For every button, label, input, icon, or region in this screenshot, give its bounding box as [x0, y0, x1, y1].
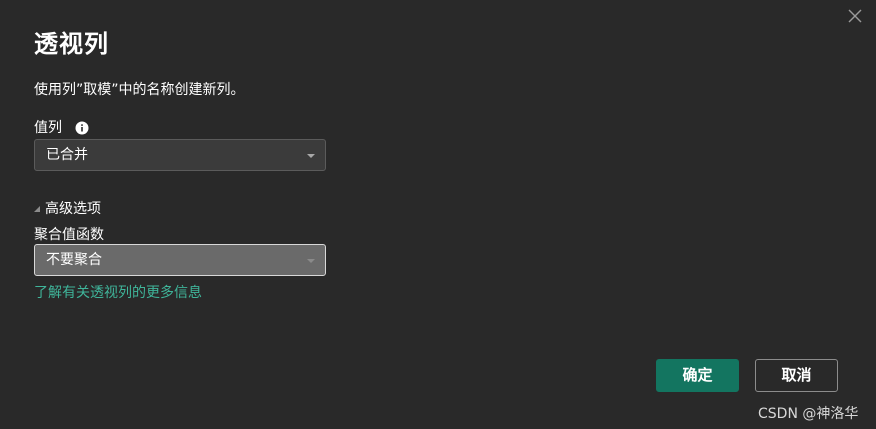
advanced-options-label: 高级选项 [45, 201, 101, 217]
close-icon [848, 9, 862, 23]
advanced-options-toggle[interactable]: 高级选项 [34, 198, 101, 218]
close-button[interactable] [846, 7, 864, 25]
watermark: CSDN @神洛华 [758, 406, 859, 422]
value-column-label: 值列 [34, 120, 62, 136]
dialog-title: 透视列 [34, 30, 109, 58]
value-column-selected: 已合并 [46, 147, 88, 163]
chevron-down-icon [307, 259, 315, 263]
pivot-column-dialog: 透视列 使用列”取模”中的名称创建新列。 值列 已合并 高级选项 聚合值函数 不… [0, 0, 876, 429]
aggregate-function-label: 聚合值函数 [34, 227, 104, 243]
chevron-down-icon [307, 154, 315, 158]
cancel-button[interactable]: 取消 [755, 359, 838, 392]
info-icon[interactable] [75, 120, 89, 135]
aggregate-function-select[interactable]: 不要聚合 [34, 244, 326, 276]
expand-triangle-icon [34, 206, 40, 212]
ok-button[interactable]: 确定 [656, 359, 739, 392]
value-column-select[interactable]: 已合并 [34, 139, 326, 171]
learn-more-link[interactable]: 了解有关透视列的更多信息 [34, 282, 202, 302]
aggregate-function-selected: 不要聚合 [46, 252, 102, 268]
dialog-description: 使用列”取模”中的名称创建新列。 [34, 82, 245, 98]
